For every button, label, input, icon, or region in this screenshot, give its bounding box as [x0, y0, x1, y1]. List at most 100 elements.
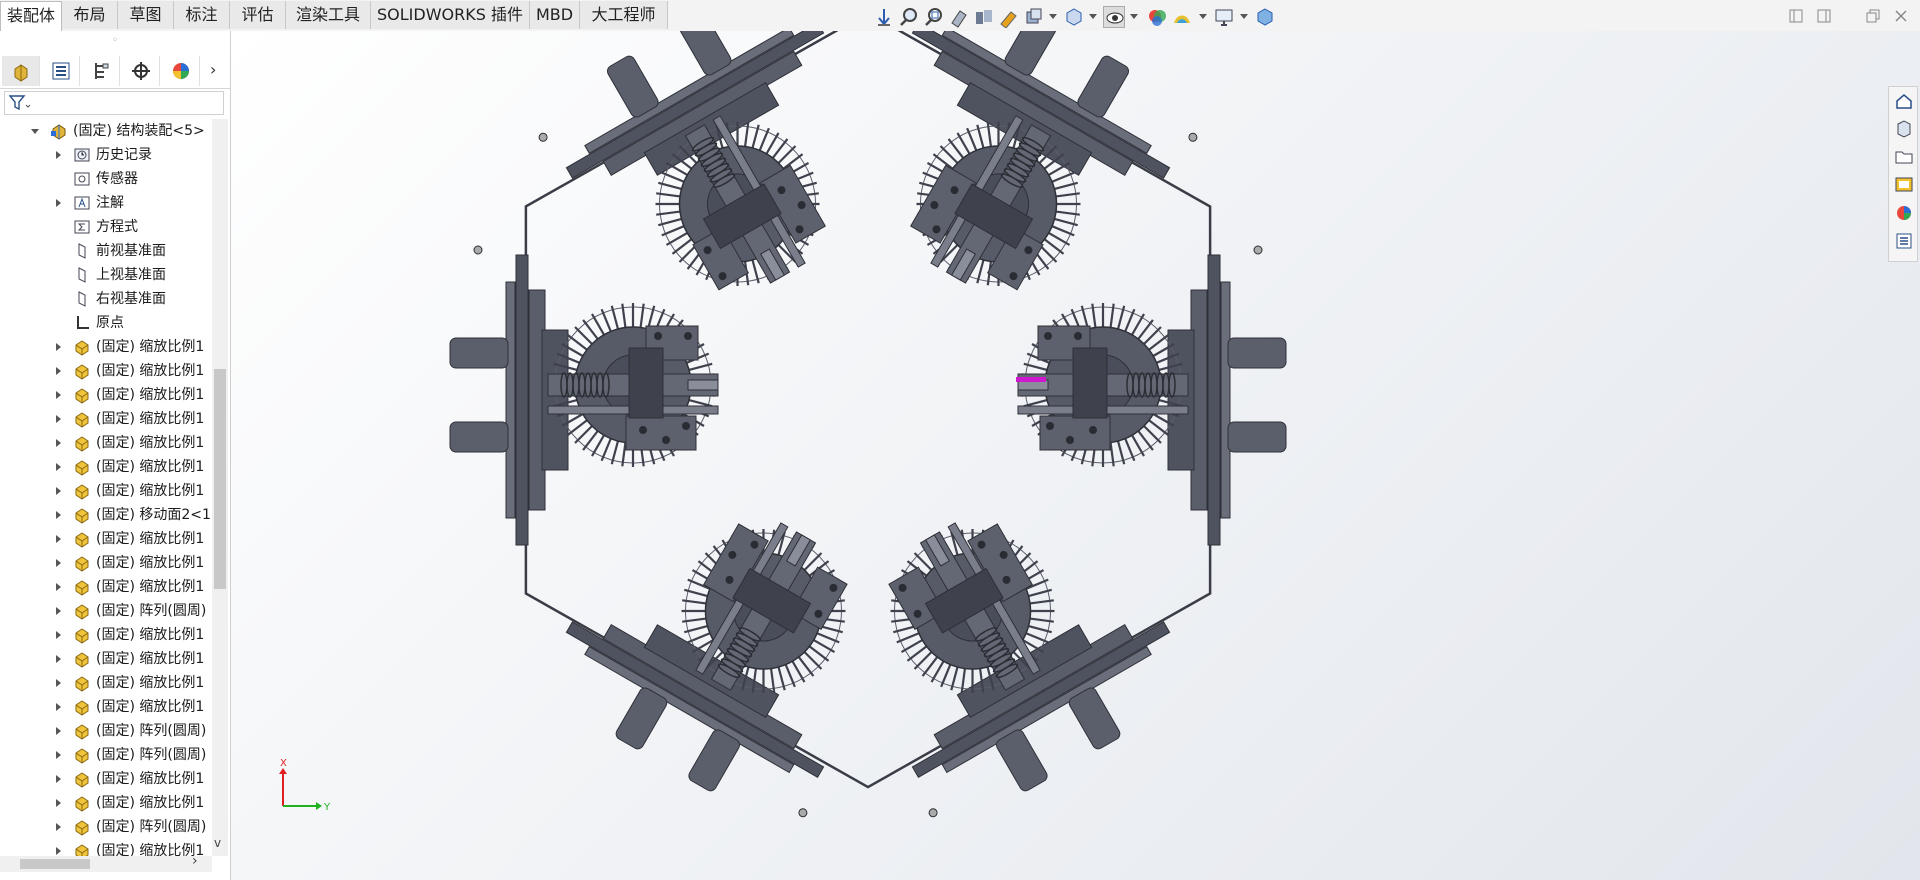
hide-show-icon[interactable] [1103, 6, 1125, 28]
expand-icon[interactable] [56, 607, 61, 615]
panel-grip-icon[interactable]: ◦ [0, 31, 230, 51]
tab-markup[interactable]: 标注 [174, 1, 230, 29]
expand-icon[interactable] [56, 199, 61, 207]
expand-icon[interactable] [56, 823, 61, 831]
expand-icon[interactable] [56, 439, 61, 447]
assembly-model[interactable] [231, 31, 1920, 880]
chevron-down-icon[interactable] [1089, 14, 1097, 19]
tree-item[interactable]: (固定) 缩放比例1 [0, 647, 212, 671]
tree-item[interactable]: 右视基准面 [0, 287, 212, 311]
tree-item[interactable]: (固定) 缩放比例1 [0, 551, 212, 575]
tree-item[interactable]: (固定) 缩放比例1 [0, 383, 212, 407]
expand-panel-icon[interactable] [1816, 8, 1832, 24]
tree-item[interactable]: (固定) 缩放比例1 [0, 431, 212, 455]
tree-item[interactable]: (固定) 缩放比例1 [0, 527, 212, 551]
tree-item[interactable]: (固定) 阵列(圆周) [0, 815, 212, 839]
tree-item[interactable]: (固定) 缩放比例1 [0, 695, 212, 719]
property-manager-icon[interactable] [42, 56, 80, 86]
collapse-panel-icon[interactable] [1788, 8, 1804, 24]
chevron-down-icon[interactable] [1049, 14, 1057, 19]
tree-item[interactable]: (固定) 缩放比例1 [0, 767, 212, 791]
tab-sketch[interactable]: 草图 [118, 1, 174, 29]
previous-view-icon[interactable] [948, 6, 970, 28]
dynamic-annotation-icon[interactable] [998, 6, 1020, 28]
close-window-icon[interactable] [1893, 8, 1909, 24]
tree-horizontal-scrollbar[interactable]: › [0, 853, 212, 872]
tree-item[interactable]: (固定) 缩放比例1 [0, 671, 212, 695]
apply-scene-icon[interactable] [1171, 6, 1193, 28]
zoom-to-area-icon[interactable] [923, 6, 945, 28]
expand-icon[interactable] [56, 679, 61, 687]
tree-item[interactable]: 原点 [0, 311, 212, 335]
expand-icon[interactable] [56, 847, 61, 855]
feature-manager-icon[interactable] [2, 56, 40, 86]
display-manager-icon[interactable] [162, 56, 200, 86]
tab-render-tools[interactable]: 渲染工具 [286, 1, 371, 29]
dimxpert-icon[interactable] [122, 56, 160, 86]
tree-item[interactable]: 注解 [0, 191, 212, 215]
tree-item[interactable]: (固定) 阵列(圆周) [0, 719, 212, 743]
tree-item[interactable]: 上视基准面 [0, 263, 212, 287]
custom-properties-icon[interactable] [1894, 231, 1914, 251]
tree-item[interactable]: (固定) 缩放比例1 [0, 791, 212, 815]
expand-icon[interactable] [56, 487, 61, 495]
scrollbar-thumb[interactable] [20, 859, 90, 869]
expand-icon[interactable] [56, 703, 61, 711]
edit-appearance-icon[interactable] [1146, 6, 1168, 28]
tree-vertical-scrollbar[interactable] [212, 119, 228, 856]
tree-item[interactable]: 传感器 [0, 167, 212, 191]
configuration-manager-icon[interactable] [82, 56, 120, 86]
section-view-icon[interactable] [973, 6, 995, 28]
tree-item[interactable]: 方程式 [0, 215, 212, 239]
expand-icon[interactable] [56, 655, 61, 663]
tree-item[interactable]: (固定) 缩放比例1 [0, 335, 212, 359]
expand-icon[interactable] [56, 343, 61, 351]
file-explorer-icon[interactable] [1894, 147, 1914, 167]
expand-icon[interactable] [56, 367, 61, 375]
expand-icon[interactable] [31, 129, 39, 134]
display-pane-icon[interactable] [1254, 6, 1276, 28]
expand-icon[interactable] [56, 511, 61, 519]
zoom-to-fit-icon[interactable] [898, 6, 920, 28]
tree-root[interactable]: (固定) 结构装配<5> ^ [0, 119, 212, 143]
tree-item[interactable]: (固定) 缩放比例1 [0, 839, 212, 856]
chevron-right-icon[interactable]: › [210, 60, 216, 79]
tab-mbd[interactable]: MBD [530, 1, 580, 29]
chevron-down-icon[interactable]: v [214, 836, 221, 850]
expand-icon[interactable] [56, 151, 61, 159]
chevron-down-icon[interactable] [1130, 14, 1138, 19]
expand-icon[interactable] [56, 799, 61, 807]
view-palette-icon[interactable] [1894, 175, 1914, 195]
tab-assembly[interactable]: 装配体 [0, 1, 62, 31]
display-style-icon[interactable] [1063, 6, 1085, 28]
tree-item[interactable]: (固定) 缩放比例1 [0, 623, 212, 647]
tree-item[interactable]: (固定) 缩放比例1 [0, 455, 212, 479]
restore-window-icon[interactable] [1865, 8, 1881, 24]
tree-item[interactable]: (固定) 缩放比例1 [0, 359, 212, 383]
expand-icon[interactable] [56, 463, 61, 471]
tree-item[interactable]: (固定) 缩放比例1 [0, 407, 212, 431]
move-view-icon[interactable] [873, 6, 895, 28]
chevron-down-icon[interactable] [1199, 14, 1207, 19]
appearances-icon[interactable] [1894, 203, 1914, 223]
filter-input[interactable] [4, 91, 224, 115]
tree-item[interactable]: 历史记录 [0, 143, 212, 167]
expand-icon[interactable] [56, 391, 61, 399]
expand-icon[interactable] [56, 751, 61, 759]
home-icon[interactable] [1894, 91, 1914, 111]
tree-item[interactable]: (固定) 缩放比例1 [0, 479, 212, 503]
expand-icon[interactable] [56, 775, 61, 783]
tree-item[interactable]: (固定) 阵列(圆周) [0, 743, 212, 767]
tab-big-engineer[interactable]: 大工程师 [580, 1, 668, 29]
expand-icon[interactable] [56, 559, 61, 567]
tab-layout[interactable]: 布局 [62, 1, 118, 29]
tree-item[interactable]: (固定) 移动面2<1 [0, 503, 212, 527]
chevron-down-icon[interactable] [1240, 14, 1248, 19]
view-orientation-icon[interactable] [1023, 6, 1045, 28]
view-settings-icon[interactable] [1213, 6, 1235, 28]
tab-evaluate[interactable]: 评估 [230, 1, 286, 29]
tree-item[interactable]: (固定) 阵列(圆周) [0, 599, 212, 623]
scrollbar-thumb[interactable] [214, 369, 226, 589]
expand-icon[interactable] [56, 631, 61, 639]
expand-icon[interactable] [56, 583, 61, 591]
